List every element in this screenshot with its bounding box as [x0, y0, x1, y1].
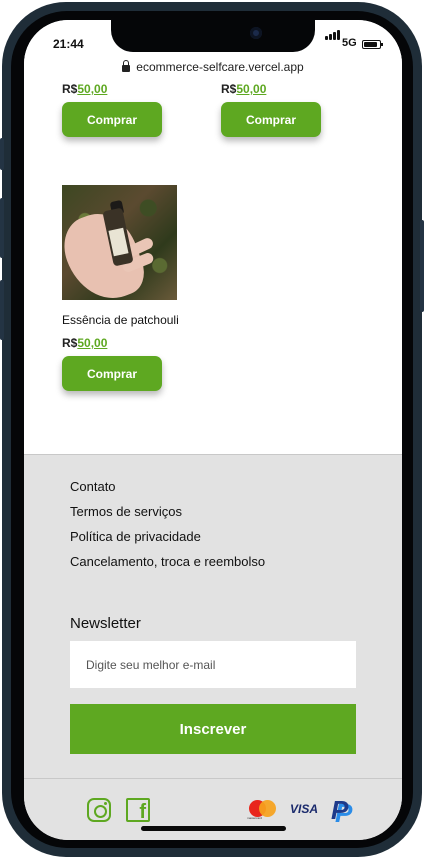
notch	[111, 20, 315, 52]
buy-button[interactable]: Comprar	[221, 102, 321, 137]
product-card: R$50,00 Comprar	[221, 82, 321, 137]
subscribe-button[interactable]: Inscrever	[70, 704, 356, 754]
home-indicator[interactable]	[141, 826, 286, 831]
mute-switch	[0, 138, 4, 170]
product-price: R$50,00	[221, 82, 321, 96]
price-amount[interactable]: 50,00	[77, 82, 107, 96]
price-currency: R$	[62, 82, 78, 96]
paypal-icon: PP	[331, 795, 352, 828]
price-amount[interactable]: 50,00	[236, 82, 266, 96]
volume-down-button	[0, 280, 4, 340]
paypal-glyph-front: P	[331, 795, 349, 825]
address-bar[interactable]: ecommerce-selfcare.vercel.app	[24, 56, 402, 78]
product-card: Essência de patchouli R$50,00 Comprar	[62, 185, 179, 391]
footer-link-privacidade[interactable]: Política de privacidade	[70, 529, 265, 544]
newsletter-title: Newsletter	[70, 615, 141, 632]
footer-links: Contato Termos de serviços Política de p…	[70, 479, 265, 579]
buy-button[interactable]: Comprar	[62, 356, 162, 391]
power-button	[420, 220, 424, 312]
status-bar: 21:44 5G ecommerce-selfcare.vercel.app	[24, 20, 402, 78]
camera-icon	[250, 27, 262, 39]
battery-icon	[362, 40, 383, 49]
email-input[interactable]	[70, 641, 356, 688]
buy-button[interactable]: Comprar	[62, 102, 162, 137]
volume-up-button	[0, 198, 4, 258]
product-name[interactable]: Essência de patchouli	[62, 313, 179, 327]
facebook-icon[interactable]: f	[126, 798, 150, 822]
product-price: R$50,00	[62, 336, 179, 350]
screen: 21:44 5G ecommerce-selfcare.vercel.app R…	[24, 20, 402, 840]
price-currency: R$	[62, 336, 78, 350]
footer: Contato Termos de serviços Política de p…	[24, 454, 402, 840]
status-time: 21:44	[53, 37, 84, 51]
product-price: R$50,00	[62, 82, 162, 96]
instagram-icon[interactable]	[87, 798, 111, 822]
mastercard-icon: mastercard	[247, 800, 277, 820]
lock-icon	[122, 60, 131, 72]
footer-link-contato[interactable]: Contato	[70, 479, 265, 494]
price-amount[interactable]: 50,00	[77, 336, 107, 350]
url-text: ecommerce-selfcare.vercel.app	[136, 60, 304, 74]
product-image[interactable]	[62, 185, 177, 300]
footer-link-termos[interactable]: Termos de serviços	[70, 504, 265, 519]
product-card: R$50,00 Comprar	[62, 82, 162, 137]
mastercard-text: mastercard	[247, 816, 263, 820]
footer-link-cancelamento[interactable]: Cancelamento, troca e reembolso	[70, 554, 265, 569]
network-label: 5G	[342, 37, 357, 49]
visa-icon: VISA	[290, 802, 319, 816]
price-currency: R$	[221, 82, 237, 96]
product-grid: R$50,00 Comprar R$50,00 Comprar Essência…	[24, 78, 402, 454]
